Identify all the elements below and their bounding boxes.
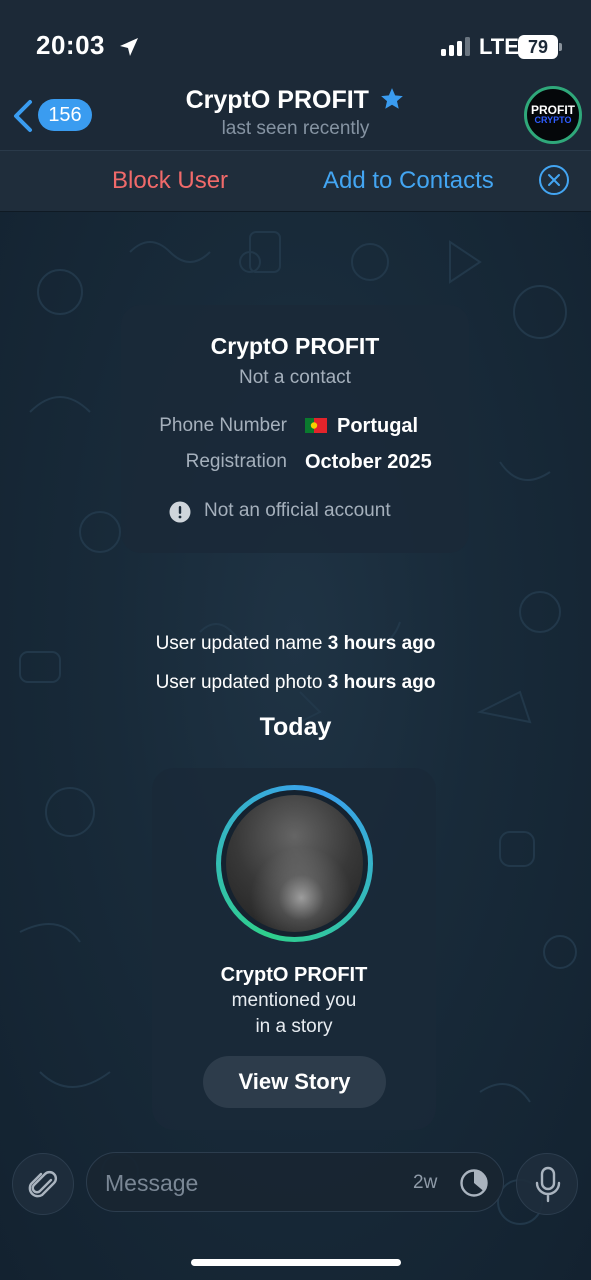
service-message-name: User updated name 3 hours ago bbox=[155, 633, 436, 654]
exclamation-circle-icon bbox=[169, 501, 191, 523]
story-text-line-2: in a story bbox=[255, 1016, 333, 1037]
timer-icon[interactable] bbox=[459, 1168, 489, 1198]
battery-icon: 79 bbox=[518, 35, 562, 59]
contact-info-card: CryptO PROFIT Not a contact Phone Number… bbox=[121, 305, 469, 553]
avatar-text-bottom: CRYPTO bbox=[534, 115, 572, 125]
chat-header: 156 CryptO PROFIT last seen recently PRO… bbox=[0, 86, 591, 150]
phone-number-label: Phone Number bbox=[159, 415, 287, 436]
chat-subtitle: last seen recently bbox=[221, 118, 370, 139]
voice-record-button[interactable] bbox=[516, 1153, 578, 1215]
battery-level: 79 bbox=[527, 37, 549, 57]
auto-delete-timer-label: 2w bbox=[413, 1172, 438, 1193]
signal-bars-icon bbox=[441, 37, 470, 56]
status-bar: 20:03 LTE 79 bbox=[0, 0, 591, 90]
phone-number-value: Portugal bbox=[305, 415, 418, 438]
story-author: CryptO PROFIT bbox=[220, 964, 368, 986]
registration-value: October 2025 bbox=[305, 451, 432, 473]
phone-country: Portugal bbox=[337, 415, 419, 437]
chat-title: CryptO PROFIT bbox=[185, 86, 369, 114]
status-time: 20:03 bbox=[36, 30, 105, 60]
date-separator: Today bbox=[259, 713, 332, 741]
story-thumbnail bbox=[226, 795, 363, 932]
microphone-icon bbox=[535, 1166, 561, 1203]
paperclip-icon bbox=[28, 1171, 57, 1198]
block-user-button[interactable]: Block User bbox=[112, 167, 228, 195]
story-text-line-1: mentioned you bbox=[231, 990, 357, 1011]
info-card-status: Not a contact bbox=[239, 367, 351, 388]
info-card-name: CryptO PROFIT bbox=[210, 333, 380, 359]
story-mention-card: CryptO PROFIT mentioned you in a story V… bbox=[152, 768, 436, 1130]
message-placeholder: Message bbox=[105, 1170, 199, 1196]
portugal-flag-icon bbox=[305, 417, 327, 433]
service-message-photo: User updated photo 3 hours ago bbox=[155, 672, 436, 693]
attach-button[interactable] bbox=[12, 1153, 74, 1215]
view-story-button[interactable]: View Story bbox=[203, 1056, 386, 1108]
official-account-warning: Not an official account bbox=[204, 500, 391, 521]
home-indicator bbox=[191, 1259, 401, 1266]
avatar[interactable]: PROFIT CRYPTO bbox=[524, 86, 582, 144]
location-arrow-icon bbox=[120, 38, 138, 56]
registration-label: Registration bbox=[185, 451, 287, 472]
message-input[interactable]: Message 2w bbox=[86, 1152, 504, 1212]
add-to-contacts-button[interactable]: Add to Contacts bbox=[323, 167, 494, 195]
network-type: LTE bbox=[479, 34, 519, 59]
story-ring[interactable] bbox=[216, 785, 373, 942]
close-icon[interactable] bbox=[538, 164, 570, 196]
chat-title-block[interactable]: CryptO PROFIT bbox=[0, 86, 591, 115]
star-icon bbox=[381, 87, 404, 109]
contact-action-bar: Block User Add to Contacts bbox=[0, 150, 591, 212]
